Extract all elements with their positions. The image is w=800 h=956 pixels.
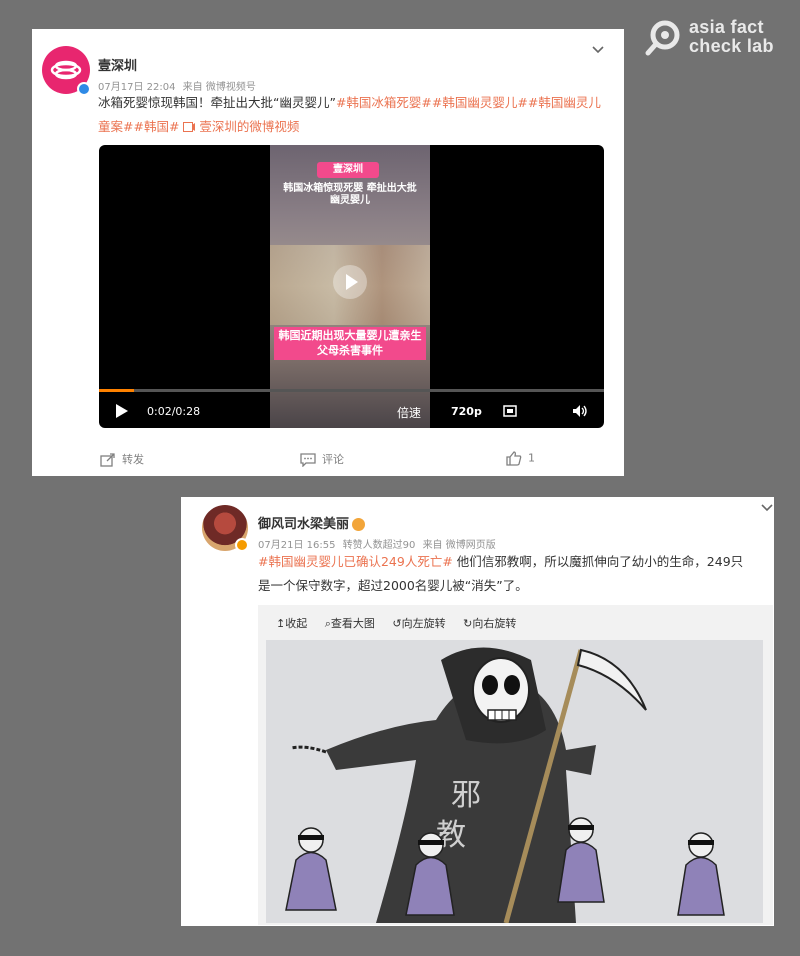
fullscreen-icon[interactable] <box>503 405 517 417</box>
post-meta: 07月21日 16:55 转赞人数超过90 来自 微博网页版 <box>258 536 500 551</box>
image-viewer: ↥收起 ⌕查看大图 ↺向左旋转 ↻向右旋转 邪 教 <box>258 605 773 925</box>
repost-button[interactable]: 转发 <box>100 451 144 467</box>
post-body: 冰箱死婴惊现韩国！牵扯出大批“幽灵婴儿” <box>98 95 336 110</box>
post-text: #韩国幽灵婴儿已确认249人死亡# 他们信邪教啊，所以魔抓伸向了幼小的生命，24… <box>258 550 766 598</box>
play-icon[interactable] <box>116 404 128 418</box>
share-icon <box>100 453 115 467</box>
magnifier-logo-icon <box>645 20 680 56</box>
speed-button[interactable]: 倍速 <box>397 404 421 421</box>
post-text: 冰箱死婴惊现韩国！牵扯出大批“幽灵婴儿”#韩国冰箱死婴##韩国幽灵婴儿##韩国幽… <box>98 91 610 139</box>
image-toolbar: ↥收起 ⌕查看大图 ↺向左旋转 ↻向右旋转 <box>276 615 530 631</box>
chevron-down-icon[interactable] <box>760 501 774 515</box>
username[interactable]: 壹深圳 <box>98 55 137 74</box>
progress-bar[interactable] <box>99 389 604 392</box>
verified-badge-icon <box>235 538 249 552</box>
video-link[interactable]: 壹深圳的微博视频 <box>183 119 299 134</box>
video-time: 0:02/0:28 <box>147 405 201 418</box>
rotate-right-button[interactable]: ↻向右旋转 <box>463 617 516 630</box>
username[interactable]: 御风司水梁美丽 <box>258 517 349 532</box>
post-body-line1: 他们信邪教啊，所以魔抓伸向了幼小的生命，249只 <box>452 554 744 569</box>
thumbs-up-icon <box>506 451 522 466</box>
chevron-down-icon[interactable] <box>591 43 605 57</box>
comment-label: 评论 <box>322 453 344 466</box>
repost-label: 转发 <box>122 453 144 466</box>
asia-fact-check-lab-watermark: asia fact check lab <box>645 14 795 60</box>
play-overlay-icon[interactable] <box>333 265 367 299</box>
weibo-post-card-2: 御风司水梁美丽 07月21日 16:55 转赞人数超过90 来自 微博网页版 #… <box>181 497 774 926</box>
comment-button[interactable]: 评论 <box>300 451 344 467</box>
view-large-button[interactable]: ⌕查看大图 <box>325 617 375 630</box>
like-button[interactable]: 1 <box>506 451 535 466</box>
hashtag[interactable]: #韩国幽灵婴儿已确认249人死亡# <box>258 554 453 569</box>
cartoon-char-1: 邪 <box>451 778 481 813</box>
watermark-line1: asia fact <box>689 17 764 37</box>
like-count: 1 <box>528 451 535 465</box>
volume-icon[interactable] <box>573 405 589 417</box>
post-body-line2: 是一个保守数字，超过2000名婴儿被“消失”了。 <box>258 578 528 593</box>
weibo-post-card-1: 壹深圳 07月17日 22:04 来自 微博视频号 冰箱死婴惊现韩国！牵扯出大批… <box>32 29 624 476</box>
quality-button[interactable]: 720p <box>451 405 482 418</box>
thumbnail-logo: 壹深圳 <box>317 162 379 178</box>
hashtags-line1[interactable]: #韩国冰箱死婴##韩国幽灵婴儿##韩国幽灵儿 <box>336 95 601 110</box>
grim-reaper-cartoon[interactable]: 邪 教 <box>266 640 763 923</box>
watermark-line2: check lab <box>689 36 774 56</box>
thumbnail-caption-top: 韩国冰箱惊现死婴 牵扯出大批幽灵婴儿 <box>283 183 417 206</box>
verified-badge-icon <box>77 82 91 96</box>
cartoon-illustration: 邪 教 <box>266 640 763 923</box>
comment-icon <box>300 453 316 467</box>
rotate-left-button[interactable]: ↺向左旋转 <box>392 617 445 630</box>
collapse-button[interactable]: ↥收起 <box>276 617 307 630</box>
thumbnail-caption-bottom: 韩国近期出现大量婴儿遭亲生父母杀害事件 <box>274 327 426 360</box>
video-player[interactable]: 壹深圳 韩国冰箱惊现死婴 牵扯出大批幽灵婴儿 韩国近期出现大量婴儿遭亲生父母杀害… <box>99 145 604 428</box>
hashtags-line2[interactable]: 童案##韩国# <box>98 119 179 134</box>
user-medal-icon <box>352 518 366 531</box>
video-icon <box>183 122 196 132</box>
progress-fill <box>99 389 135 392</box>
username-row: 御风司水梁美丽 <box>258 513 366 532</box>
